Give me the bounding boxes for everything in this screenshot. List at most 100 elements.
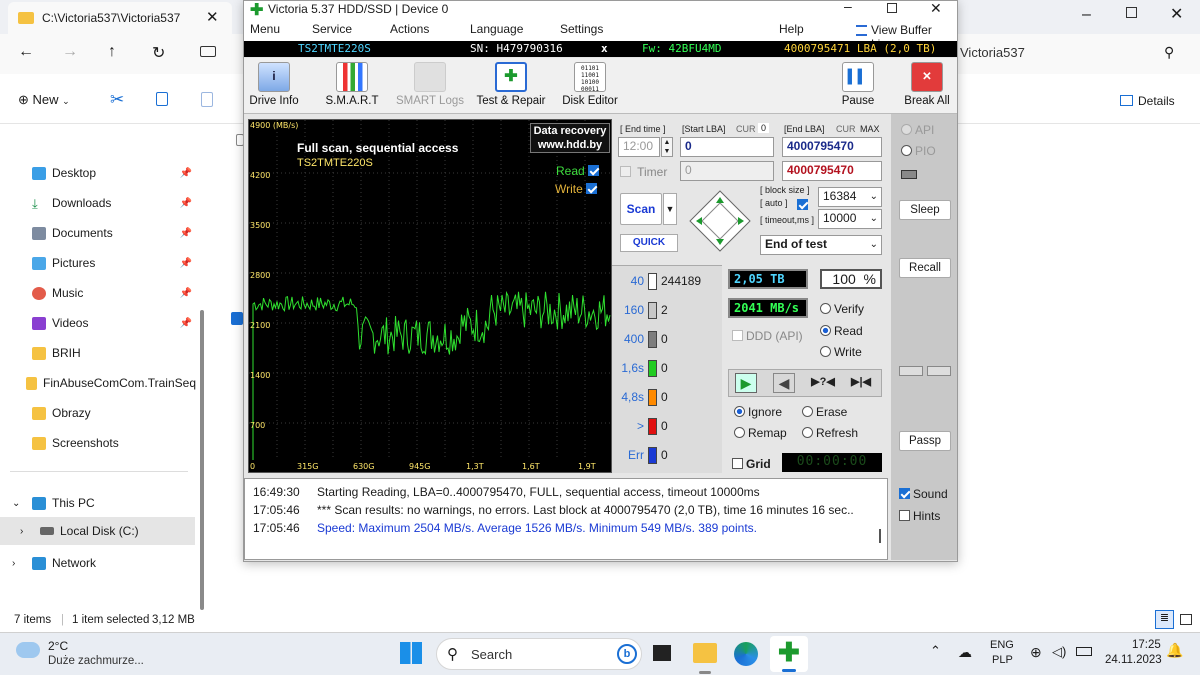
chevron-up-icon[interactable]: ⌃: [930, 643, 941, 659]
minimize-icon[interactable]: –: [844, 0, 852, 14]
minimize-icon[interactable]: –: [1082, 6, 1091, 24]
new-button[interactable]: ⊕ New ⌄: [18, 92, 70, 108]
log-scrollbar[interactable]: [879, 529, 881, 543]
maximize-icon[interactable]: [1126, 7, 1137, 18]
api-radio[interactable]: API: [901, 123, 934, 137]
recall-button[interactable]: Recall: [899, 258, 951, 278]
pause-button[interactable]: ▍▍ Pause: [834, 62, 882, 107]
end-icon[interactable]: ▶|◀: [849, 373, 873, 393]
menu-item[interactable]: Language: [470, 22, 523, 36]
cut-icon[interactable]: ✂: [110, 90, 124, 110]
small-button-left[interactable]: [899, 366, 923, 376]
play-icon[interactable]: ▶: [735, 373, 757, 393]
remap-radio[interactable]: Remap: [734, 426, 787, 440]
read-checkbox[interactable]: [588, 165, 600, 176]
weather-temp[interactable]: 2°C: [48, 639, 68, 653]
network-icon[interactable]: ⊕: [1030, 644, 1042, 661]
close-info-icon[interactable]: x: [601, 42, 608, 55]
scan-dropdown-icon[interactable]: ▼: [663, 193, 677, 225]
auto-checkbox[interactable]: [797, 199, 808, 210]
cloud-off-icon[interactable]: ☁: [958, 644, 972, 661]
end-lba-2-input[interactable]: 4000795470: [782, 161, 882, 181]
read-radio[interactable]: Read: [820, 324, 863, 338]
ddd-checkbox[interactable]: DDD (API): [732, 329, 803, 343]
notification-bell-icon[interactable]: 🔔: [1166, 642, 1183, 659]
erase-radio[interactable]: Erase: [802, 405, 847, 419]
copy-icon[interactable]: [156, 92, 168, 106]
menu-item-help[interactable]: Help: [779, 22, 804, 36]
nav-item-desktop[interactable]: Desktop 📌: [0, 159, 196, 187]
close-window-icon[interactable]: ✕: [930, 0, 942, 17]
nav-item-network[interactable]: › Network: [0, 549, 196, 577]
end-of-test-select[interactable]: End of test ⌄: [760, 235, 882, 255]
nav-item-videos[interactable]: Videos 📌: [0, 309, 196, 337]
up-arrow-icon[interactable]: ↑: [108, 43, 116, 61]
clock-time[interactable]: 17:25: [1132, 639, 1161, 651]
maximize-icon[interactable]: [887, 3, 897, 13]
weather-icon[interactable]: [16, 642, 40, 658]
edge-icon[interactable]: [734, 642, 758, 666]
nav-scrollbar[interactable]: [200, 310, 204, 610]
nav-item-pictures[interactable]: Pictures 📌: [0, 249, 196, 277]
seek-unknown-icon[interactable]: ▶?◀: [811, 373, 835, 393]
nav-item-music[interactable]: Music 📌: [0, 279, 196, 307]
start-lba-input[interactable]: 0: [680, 137, 774, 157]
verify-radio[interactable]: Verify: [820, 302, 864, 316]
back-arrow-icon[interactable]: ←: [18, 43, 34, 61]
quick-button[interactable]: QUICK: [620, 234, 678, 252]
test-repair-button[interactable]: ✚ Test & Repair: [476, 62, 546, 107]
timer-checkbox[interactable]: Timer: [620, 165, 667, 179]
paste-icon[interactable]: [201, 92, 213, 107]
details-button[interactable]: Details: [1120, 94, 1175, 108]
weather-desc[interactable]: Duże zachmurze...: [48, 655, 144, 667]
refresh-radio[interactable]: Refresh: [802, 426, 858, 440]
clock-date[interactable]: 24.11.2023: [1105, 654, 1162, 666]
nav-item-folder[interactable]: FinAbuseComCom.TrainSeq: [0, 369, 196, 397]
block-size-select[interactable]: 16384 ⌄: [818, 187, 882, 207]
menu-item[interactable]: Menu: [250, 22, 280, 36]
file-explorer-taskbar-icon[interactable]: [693, 643, 717, 663]
small-button-right[interactable]: [927, 366, 951, 376]
nav-item-folder[interactable]: BRIH: [0, 339, 196, 367]
grid-checkbox[interactable]: Grid: [732, 457, 771, 471]
timer-input[interactable]: 0: [680, 161, 774, 181]
menu-item[interactable]: Actions: [390, 22, 429, 36]
tiles-view-icon[interactable]: [1180, 614, 1192, 625]
sound-checkbox[interactable]: Sound: [899, 487, 948, 501]
address-tail[interactable]: Victoria537: [960, 45, 1025, 60]
hints-checkbox[interactable]: Hints: [899, 509, 940, 523]
write-radio[interactable]: Write: [820, 345, 862, 359]
nav-item-this-pc[interactable]: ⌄ This PC: [0, 489, 196, 517]
lang-line1[interactable]: ENG: [990, 639, 1014, 651]
break-all-button[interactable]: ✕ Break All: [902, 62, 952, 107]
close-tab-icon[interactable]: ✕: [206, 8, 219, 26]
end-time-input[interactable]: 12:00: [618, 137, 660, 157]
close-window-icon[interactable]: ✕: [1170, 4, 1183, 24]
explorer-tab[interactable]: C:\Victoria537\Victoria537 ✕: [8, 2, 232, 34]
pio-radio[interactable]: PIO: [901, 144, 936, 158]
sleep-button[interactable]: Sleep: [899, 200, 951, 220]
menu-item[interactable]: Service: [312, 22, 352, 36]
nav-item-documents[interactable]: Documents 📌: [0, 219, 196, 247]
scan-button[interactable]: Scan: [620, 193, 662, 225]
battery-icon[interactable]: [1076, 647, 1092, 656]
passp-button[interactable]: Passp: [899, 431, 951, 451]
drive-info-button[interactable]: i Drive Info: [248, 62, 300, 107]
search-icon[interactable]: ⚲: [1164, 44, 1174, 61]
taskbar-search[interactable]: ⚲ Search b: [436, 638, 642, 670]
lang-line2[interactable]: PLP: [992, 654, 1013, 666]
read-legend[interactable]: Read: [556, 164, 602, 178]
back-icon[interactable]: ◀: [773, 373, 795, 393]
victoria-taskbar-button[interactable]: ✚: [770, 636, 808, 672]
time-spinner-icon[interactable]: ▲ ▼: [661, 137, 673, 157]
nav-item-folder[interactable]: Screenshots: [0, 429, 196, 457]
nav-item-local-disk[interactable]: › Local Disk (C:): [0, 517, 195, 545]
nav-item-downloads[interactable]: ⤓ Downloads 📌: [0, 189, 196, 217]
end-lba-input[interactable]: 4000795470: [782, 137, 882, 157]
volume-icon[interactable]: ◁): [1052, 644, 1066, 660]
file-checkbox[interactable]: [231, 312, 243, 325]
timeout-select[interactable]: 10000 ⌄: [818, 209, 882, 229]
refresh-icon[interactable]: ↻: [152, 43, 165, 63]
menu-item[interactable]: Settings: [560, 22, 603, 36]
disk-editor-button[interactable]: 01101 11001 10100 00011 Disk Editor: [560, 62, 620, 107]
